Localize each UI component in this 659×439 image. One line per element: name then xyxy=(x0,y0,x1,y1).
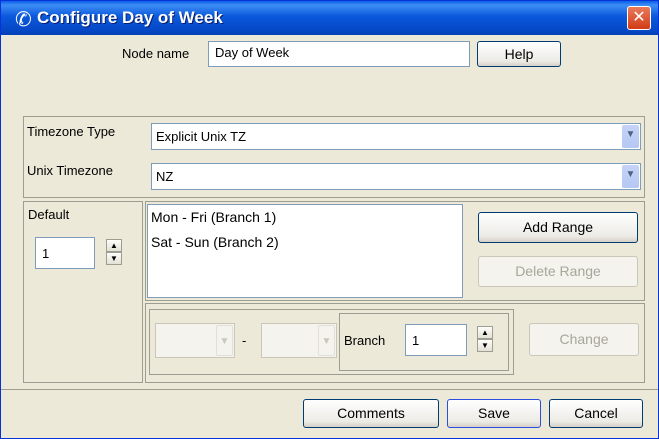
branch-value: 1 xyxy=(412,333,420,348)
phone-handset-icon: ✆ xyxy=(15,9,32,31)
comments-button[interactable]: Comments xyxy=(303,399,439,428)
branch-input[interactable]: 1 xyxy=(405,324,467,356)
node-name-value: Day of Week xyxy=(215,45,290,60)
default-branch-value: 1 xyxy=(42,246,50,261)
default-panel xyxy=(23,201,143,383)
default-label: Default xyxy=(28,207,70,222)
change-button[interactable]: Change xyxy=(529,323,639,356)
from-day-select[interactable]: ▼ xyxy=(155,323,235,358)
default-branch-input[interactable]: 1 xyxy=(35,237,95,269)
range-dash: - xyxy=(242,333,247,348)
chevron-down-icon: ▼ xyxy=(622,165,639,188)
footer-divider xyxy=(1,389,658,390)
spin-up-icon[interactable]: ▲ xyxy=(106,239,122,252)
timezone-type-value: Explicit Unix TZ xyxy=(156,129,247,144)
unix-timezone-label: Unix Timezone xyxy=(27,163,113,178)
spin-down-icon[interactable]: ▼ xyxy=(477,339,493,352)
branch-spinner[interactable]: ▲ ▼ xyxy=(477,326,493,352)
chevron-down-icon: ▼ xyxy=(622,125,639,148)
dialog-window: ✆ Configure Day of Week ✕ Node name Day … xyxy=(0,0,659,439)
to-day-select[interactable]: ▼ xyxy=(261,323,337,358)
unix-timezone-value: NZ xyxy=(156,169,174,184)
unix-timezone-select[interactable]: NZ ▼ xyxy=(151,163,641,190)
help-button[interactable]: Help xyxy=(477,41,561,67)
close-button[interactable]: ✕ xyxy=(627,6,651,30)
chevron-down-icon: ▼ xyxy=(318,325,335,356)
save-button[interactable]: Save xyxy=(447,399,541,428)
chevron-down-icon: ▼ xyxy=(216,325,233,356)
branch-label: Branch xyxy=(344,333,386,348)
timezone-type-select[interactable]: Explicit Unix TZ ▼ xyxy=(151,123,641,150)
add-range-button[interactable]: Add Range xyxy=(478,212,638,243)
spin-up-icon[interactable]: ▲ xyxy=(477,326,493,339)
window-title: Configure Day of Week xyxy=(37,8,223,27)
timezone-type-label: Timezone Type xyxy=(27,124,116,139)
spin-down-icon[interactable]: ▼ xyxy=(106,252,122,265)
node-name-label: Node name xyxy=(122,46,190,61)
cancel-button[interactable]: Cancel xyxy=(549,399,643,428)
delete-range-button[interactable]: Delete Range xyxy=(478,256,638,287)
default-spinner[interactable]: ▲ ▼ xyxy=(106,239,122,265)
list-item[interactable]: Sat - Sun (Branch 2) xyxy=(151,234,279,250)
title-bar[interactable]: ✆ Configure Day of Week ✕ xyxy=(1,1,658,35)
node-name-input[interactable]: Day of Week xyxy=(208,41,470,67)
list-item[interactable]: Mon - Fri (Branch 1) xyxy=(151,209,276,225)
range-list[interactable]: Mon - Fri (Branch 1) Sat - Sun (Branch 2… xyxy=(147,204,463,298)
